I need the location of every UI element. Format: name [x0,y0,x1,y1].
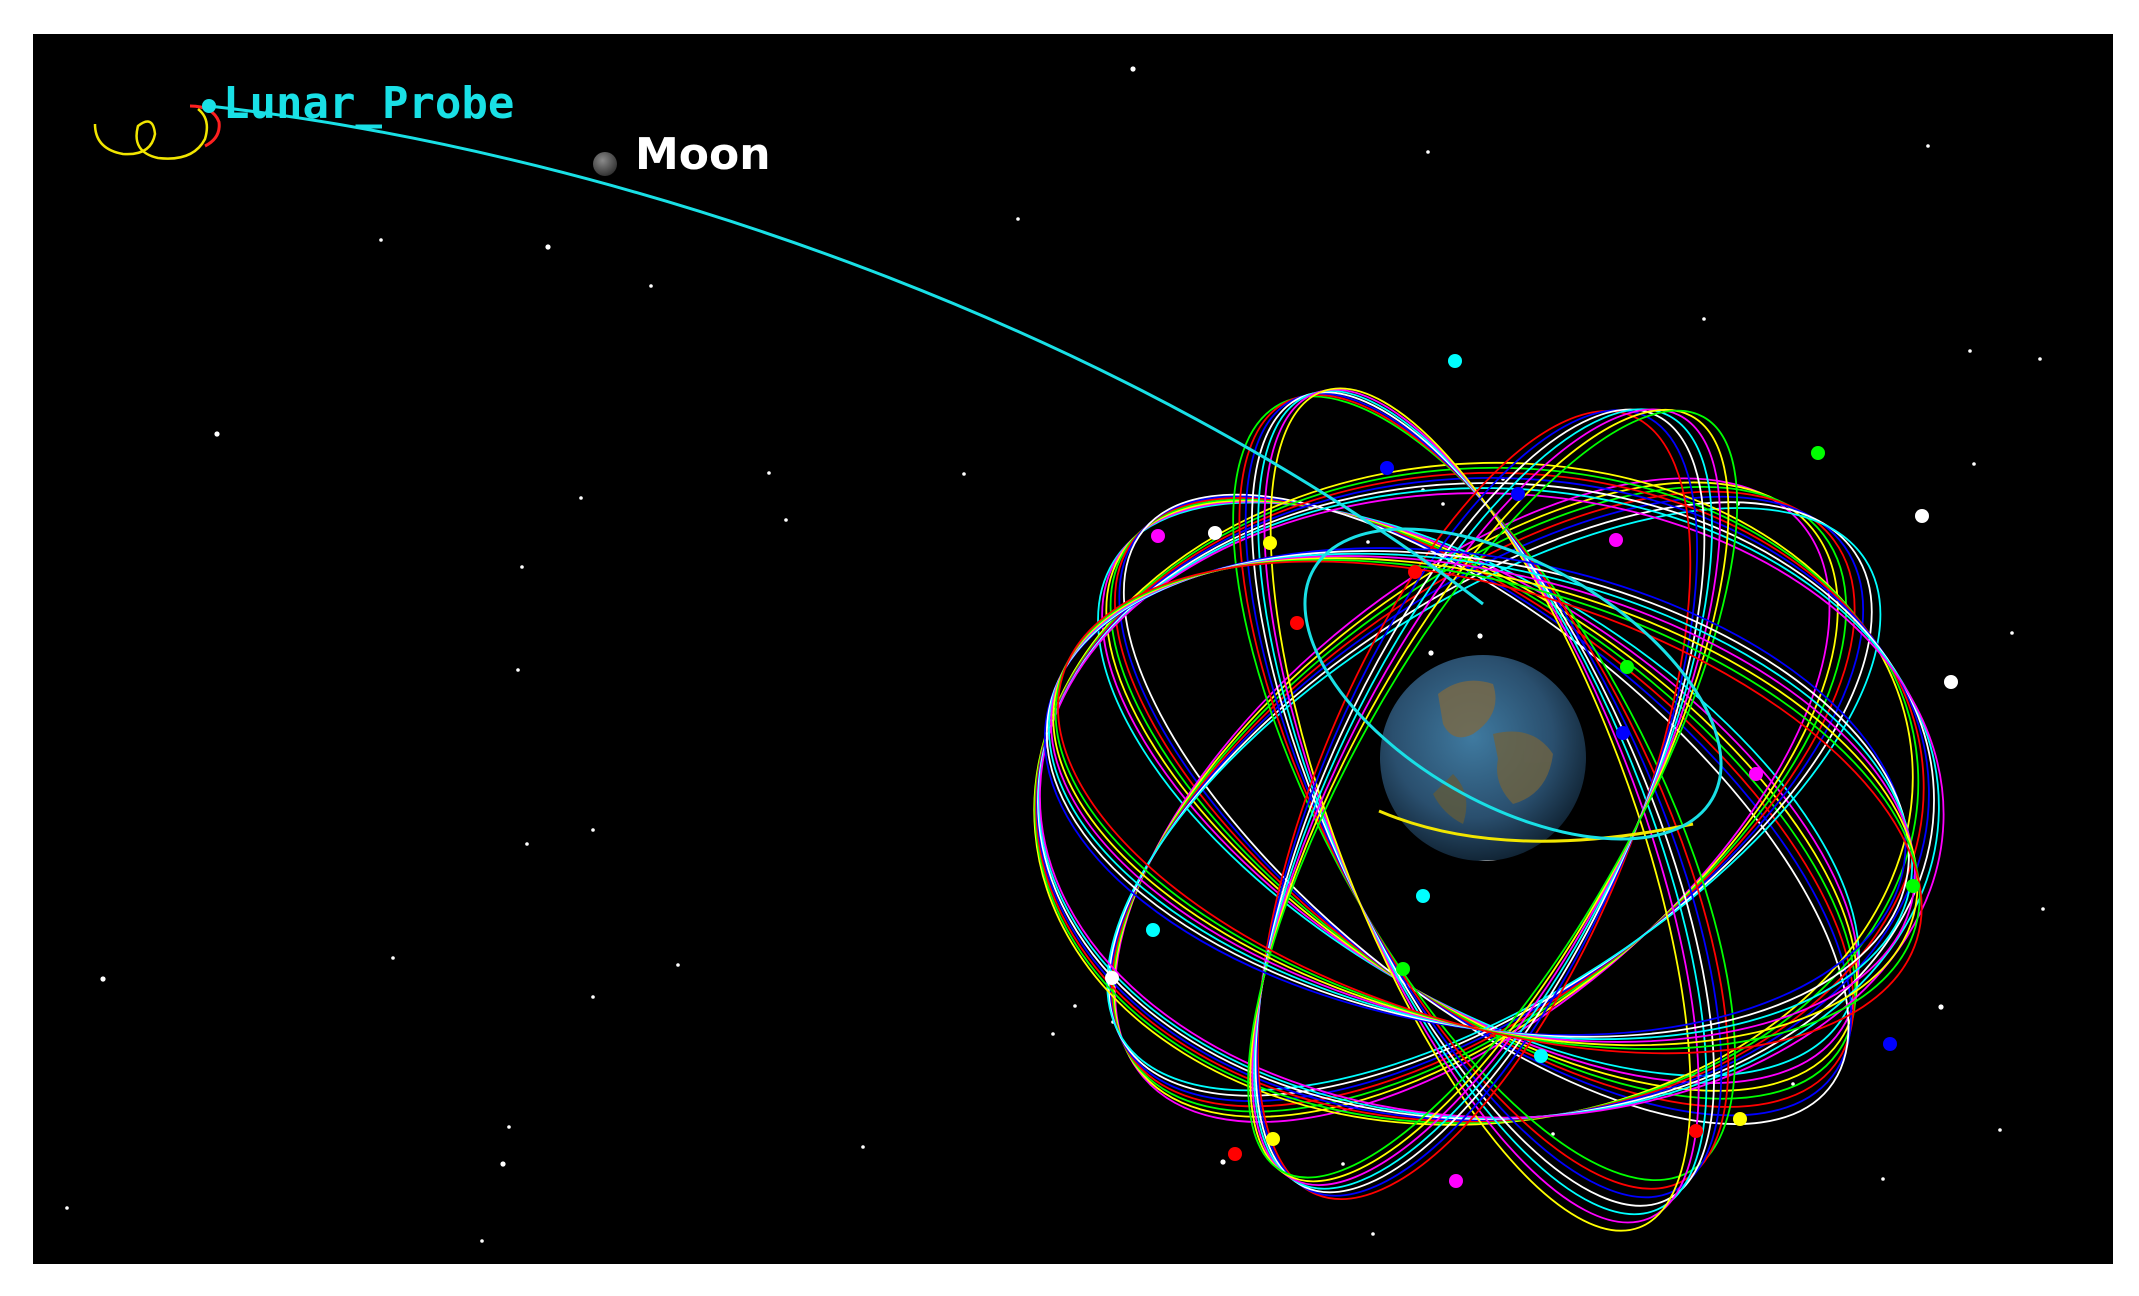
star [1073,1004,1077,1008]
satellite-marker[interactable] [1151,529,1165,543]
star [65,1206,69,1210]
star [1441,502,1445,506]
satellite-marker[interactable] [1915,509,1929,523]
star [1702,317,1706,321]
star [480,1239,484,1243]
star [1426,150,1430,154]
star [1130,66,1136,72]
probe-trajectory [208,104,1484,606]
satellite-marker[interactable] [1883,1037,1897,1051]
satellite-marker[interactable] [1396,962,1410,976]
star [2041,907,2045,911]
star [507,1125,511,1129]
3d-view-window[interactable]: Lunar_Probe Moon [33,34,2113,1264]
satellite-marker[interactable] [1733,1112,1747,1126]
star [1968,349,1972,353]
satellite-marker[interactable] [1146,923,1160,937]
star [1220,1159,1226,1165]
lunar-orbit-loops [93,108,209,160]
star [100,976,106,982]
satellite-marker[interactable] [1511,487,1525,501]
star [1051,1032,1055,1036]
satellite-marker[interactable] [1620,660,1634,674]
moon-icon[interactable] [593,152,617,176]
satellite-marker[interactable] [1944,675,1958,689]
star [520,565,524,569]
star [962,472,966,476]
satellite-marker[interactable] [1616,726,1630,740]
star [1998,1128,2002,1132]
orbit-scene[interactable]: Lunar_Probe Moon [33,34,2113,1264]
star [579,496,583,500]
star [767,471,771,475]
star [1371,1232,1375,1236]
satellite-marker[interactable] [1263,536,1277,550]
star [1972,462,1976,466]
star [545,244,551,250]
satellite-marker[interactable] [1534,1049,1548,1063]
satellite-marker[interactable] [1448,354,1462,368]
star [784,518,788,522]
satellite-marker[interactable] [1408,565,1422,579]
satellite-marker[interactable] [1609,533,1623,547]
star [591,828,595,832]
satellite-marker[interactable] [1449,1174,1463,1188]
star [861,1145,865,1149]
satellite-marker[interactable] [1811,446,1825,460]
earth-icon[interactable] [1380,655,1586,888]
satellite-marker[interactable] [1266,1132,1280,1146]
star-field [65,66,2045,1243]
star [516,668,520,672]
star [649,284,653,288]
star [1428,650,1434,656]
satellite-marker[interactable] [1208,526,1222,540]
star [1938,1004,1944,1010]
satellite-marker[interactable] [1906,879,1920,893]
star [1341,1162,1345,1166]
star [1881,1177,1885,1181]
star [500,1161,506,1167]
star [525,842,529,846]
satellite-marker[interactable] [1749,767,1763,781]
satellite-marker[interactable] [1689,1124,1703,1138]
star [391,956,395,960]
star [1366,540,1370,544]
probe-marker-icon[interactable] [202,99,216,113]
moon-label[interactable]: Moon [635,129,771,180]
star [214,431,220,437]
star [1016,217,1020,221]
probe-label[interactable]: Lunar_Probe [223,78,514,129]
star [1477,633,1483,639]
star [591,995,595,999]
satellite-marker[interactable] [1416,889,1430,903]
star [1926,144,1930,148]
star [676,963,680,967]
star [2010,631,2014,635]
satellite-marker[interactable] [1380,461,1394,475]
satellite-marker[interactable] [1290,616,1304,630]
star [2038,357,2042,361]
satellite-marker[interactable] [1105,971,1119,985]
satellite-marker[interactable] [1228,1147,1242,1161]
star [379,238,383,242]
